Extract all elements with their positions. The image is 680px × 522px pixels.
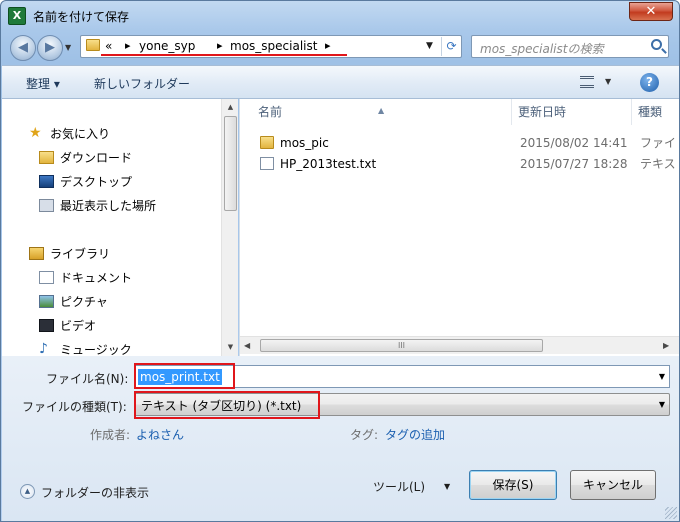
close-button[interactable]: ✕ [629, 2, 673, 21]
scroll-up-arrow[interactable]: ▲ [222, 99, 238, 116]
navigation-pane: ★ お気に入り ダウンロード デスクトップ 最近表示した場所 ライブラリ ドキュ… [2, 99, 238, 356]
save-button[interactable]: 保存(S) [469, 470, 557, 500]
address-segment-yone-syp[interactable]: yone_syp [139, 39, 195, 53]
nav-item-label: ピクチャ [60, 295, 108, 309]
resize-grip[interactable] [665, 507, 677, 519]
save-options-panel: ファイル名(N): mos_print.txt ▼ ファイルの種類(T): テキ… [2, 356, 679, 521]
search-icon[interactable] [651, 39, 662, 50]
nav-item-label: お気に入り [50, 127, 111, 141]
help-icon[interactable]: ? [640, 73, 659, 92]
view-options-icon[interactable] [580, 76, 594, 88]
file-name: mos_pic [280, 136, 329, 150]
file-horizontal-scrollbar[interactable]: ◀ III ▶ [240, 336, 679, 354]
scroll-right-arrow[interactable]: ▶ [663, 337, 669, 355]
search-input[interactable]: mos_specialistの検索 [471, 35, 669, 58]
recent-places-icon [39, 199, 54, 212]
chevron-down-icon[interactable]: ▼ [659, 400, 665, 409]
download-folder-icon [39, 151, 54, 164]
tools-menu-button[interactable]: ツール(L) [373, 478, 425, 495]
nav-item-label: ダウンロード [60, 151, 133, 165]
nav-item-label: ライブラリ [50, 247, 111, 261]
search-placeholder: mos_specialistの検索 [480, 42, 604, 56]
address-highlight-underline [101, 54, 347, 56]
chevron-right-icon[interactable]: ▸ [325, 39, 331, 52]
command-toolbar: 整理 ▾ 新しいフォルダー ▼ ? [2, 65, 679, 99]
document-icon [39, 271, 54, 284]
address-overflow[interactable]: « [105, 39, 112, 53]
scroll-left-arrow[interactable]: ◀ [244, 337, 250, 355]
nav-item-label: 最近表示した場所 [60, 199, 157, 213]
scroll-down-arrow[interactable]: ▼ [222, 339, 238, 356]
filename-label: ファイル名(N): [46, 372, 129, 386]
chevron-right-icon[interactable]: ▸ [217, 39, 223, 52]
file-type: ファイ [640, 136, 677, 150]
recent-pages-dropdown[interactable]: ▼ [65, 43, 71, 52]
address-history-dropdown[interactable]: ▼ [426, 41, 433, 51]
folder-icon [260, 136, 274, 149]
desktop-icon [39, 175, 54, 188]
scroll-thumb[interactable]: III [260, 339, 543, 352]
file-row[interactable]: mos_pic 2015/08/02 14:41 ファイ [240, 133, 679, 153]
back-button[interactable]: ◀ [10, 35, 36, 61]
nav-item-label: ドキュメント [60, 271, 133, 285]
sort-ascending-icon: ▲ [378, 106, 385, 115]
pictures-icon [39, 295, 54, 308]
filename-highlight-box [134, 363, 235, 389]
file-type: テキス [640, 157, 676, 171]
author-value[interactable]: よねさん [136, 426, 184, 443]
author-label: 作成者: [90, 428, 131, 442]
organize-menu[interactable]: 整理 ▾ [26, 75, 60, 92]
new-folder-button[interactable]: 新しいフォルダー [94, 75, 190, 92]
hide-folders-label: フォルダーの非表示 [41, 486, 150, 500]
chevron-up-icon: ▲ [20, 484, 35, 499]
star-icon: ★ [29, 125, 42, 141]
video-icon [39, 319, 54, 332]
window-title: 名前を付けて保存 [33, 10, 130, 24]
file-row[interactable]: HP_2013test.txt 2015/07/27 18:28 テキス [240, 154, 679, 174]
tags-value[interactable]: タグの追加 [385, 426, 445, 443]
filetype-label: ファイルの種類(T): [22, 400, 127, 414]
file-date: 2015/08/02 14:41 [520, 136, 628, 150]
column-header-name[interactable]: 名前 ▲ [240, 99, 512, 125]
tags-label: タグ: [350, 428, 379, 442]
view-dropdown-arrow[interactable]: ▼ [605, 77, 611, 86]
address-segment-mos-specialist[interactable]: mos_specialist [230, 39, 317, 53]
chevron-down-icon[interactable]: ▼ [659, 372, 665, 381]
column-header-label: 更新日時 [518, 105, 567, 119]
title-bar: X 名前を付けて保存 ✕ [1, 1, 679, 31]
chevron-down-icon[interactable]: ▼ [444, 482, 450, 491]
column-header-date[interactable]: 更新日時 [512, 99, 632, 125]
refresh-icon[interactable]: ⟳ [441, 37, 461, 56]
column-header-label: 名前 [258, 105, 283, 119]
forward-button[interactable]: ▶ [37, 35, 63, 61]
nav-item-label: ミュージック [60, 343, 132, 356]
folder-icon [86, 39, 100, 51]
column-header-label: 種類 [638, 105, 663, 119]
nav-item-label: ビデオ [60, 319, 97, 333]
file-date: 2015/07/27 18:28 [520, 157, 628, 171]
save-as-dialog: X 名前を付けて保存 ✕ ◀ ▶ ▼ « ▸ yone_syp ▸ mos_sp… [0, 0, 680, 522]
filetype-highlight-box [134, 391, 320, 419]
chevron-right-icon[interactable]: ▸ [125, 39, 131, 52]
text-file-icon [260, 157, 274, 170]
library-icon [29, 247, 44, 260]
excel-app-icon: X [8, 7, 26, 25]
column-header-type[interactable]: 種類 [632, 99, 679, 125]
nav-vertical-scrollbar[interactable]: ▲ ▼ [221, 99, 238, 356]
file-list-pane: 名前 ▲ 更新日時 種類 mos_pic 2015/08/02 14:41 ファ… [239, 99, 679, 356]
cancel-button[interactable]: キャンセル [570, 470, 656, 500]
file-name: HP_2013test.txt [280, 157, 377, 171]
scroll-thumb[interactable] [224, 116, 237, 211]
nav-item-label: デスクトップ [60, 175, 133, 189]
music-icon: ♪ [39, 341, 48, 356]
